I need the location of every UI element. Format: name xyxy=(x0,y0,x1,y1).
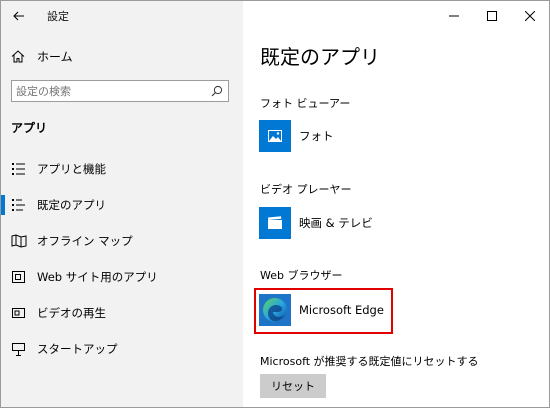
maximize-button[interactable] xyxy=(473,1,511,31)
sidebar-item-offline-maps[interactable]: オフライン マップ xyxy=(1,228,243,254)
sidebar-item-video-playback[interactable]: ビデオの再生 xyxy=(1,300,243,326)
window-controls xyxy=(435,1,549,31)
default-app-photo-viewer[interactable]: フォト xyxy=(259,118,509,154)
sidebar-item-default-apps[interactable]: 既定のアプリ xyxy=(1,192,243,218)
app-name: 映画 & テレビ xyxy=(299,216,373,230)
minimize-icon xyxy=(449,15,459,17)
startup-icon xyxy=(12,343,25,356)
category-label-web-browser: Web ブラウザー xyxy=(260,269,343,282)
section-title: アプリ xyxy=(11,121,48,135)
highlight-box xyxy=(254,288,393,334)
search-icon[interactable] xyxy=(211,85,223,97)
sidebar-item-label: スタートアップ xyxy=(37,342,118,356)
search-input[interactable] xyxy=(16,83,206,99)
sidebar-item-label: Web サイト用のアプリ xyxy=(37,270,158,284)
back-button[interactable] xyxy=(1,1,37,31)
maximize-icon xyxy=(487,11,497,21)
content-pane: 既定のアプリ フォト ビューアー フォト ビデオ プレーヤー 映画 & テレビ … xyxy=(243,1,549,407)
sidebar-item-apps-features[interactable]: アプリと機能 xyxy=(1,156,243,182)
sidebar-item-label: ビデオの再生 xyxy=(37,306,106,320)
back-arrow-icon xyxy=(13,11,24,21)
home-icon xyxy=(11,49,25,62)
video-playback-icon xyxy=(12,308,25,318)
category-label-video-player: ビデオ プレーヤー xyxy=(260,183,352,196)
default-apps-icon xyxy=(12,199,25,211)
category-label-photo-viewer: フォト ビューアー xyxy=(260,97,351,110)
minimize-button[interactable] xyxy=(435,1,473,31)
movies-tv-icon xyxy=(259,207,291,239)
window-title: 設定 xyxy=(47,10,69,23)
default-app-video-player[interactable]: 映画 & テレビ xyxy=(259,205,509,241)
photos-icon xyxy=(259,120,291,152)
apps-for-websites-icon xyxy=(12,271,25,283)
page-title: 既定のアプリ xyxy=(260,45,380,69)
home-label: ホーム xyxy=(37,49,73,64)
reset-button[interactable]: リセット xyxy=(260,374,326,398)
close-button[interactable] xyxy=(511,1,549,31)
sidebar: 設定 ホーム アプリ アプリと機能 xyxy=(1,1,243,407)
sidebar-item-label: 既定のアプリ xyxy=(37,198,106,212)
search-box[interactable] xyxy=(11,80,229,102)
reset-description: Microsoft が推奨する既定値にリセットする xyxy=(260,355,479,368)
settings-window: 設定 ホーム アプリ アプリと機能 xyxy=(0,0,550,408)
app-name: フォト xyxy=(299,129,334,143)
sidebar-item-startup[interactable]: スタートアップ xyxy=(1,336,243,362)
apps-features-icon xyxy=(12,163,25,175)
close-icon xyxy=(525,11,535,21)
sidebar-item-label: アプリと機能 xyxy=(37,162,106,176)
sidebar-item-label: オフライン マップ xyxy=(37,234,133,248)
active-indicator xyxy=(1,195,5,215)
title-bar: 設定 xyxy=(1,1,243,31)
home-link[interactable]: ホーム xyxy=(11,45,231,67)
sidebar-item-apps-for-websites[interactable]: Web サイト用のアプリ xyxy=(1,264,243,290)
offline-maps-icon xyxy=(11,234,27,248)
